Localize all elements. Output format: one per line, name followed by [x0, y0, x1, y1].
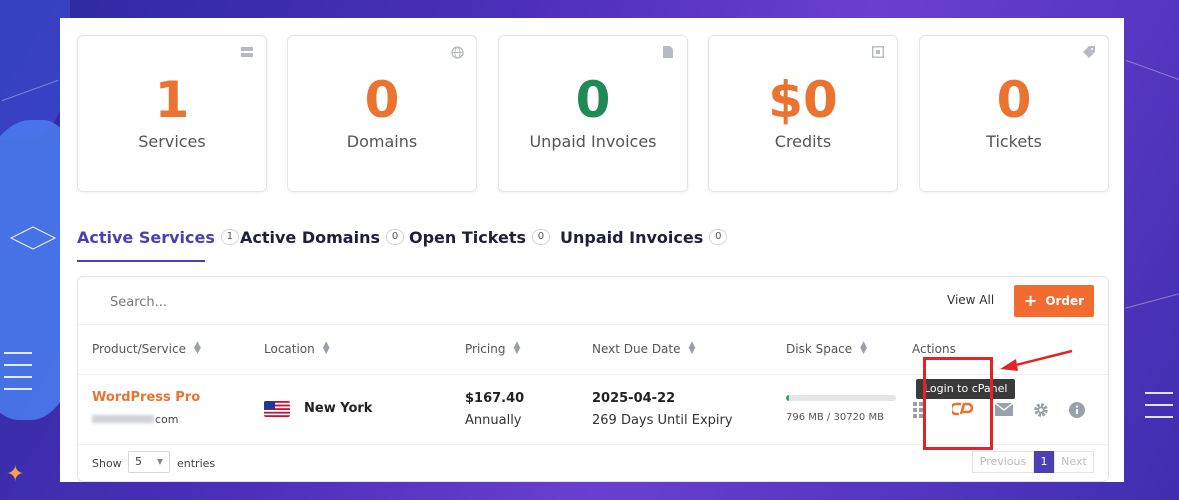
disk-usage-text: 796 MB / 30720 MB — [786, 412, 884, 423]
stat-card-services[interactable]: 1 Services — [77, 35, 267, 192]
us-flag-icon — [264, 401, 290, 417]
dots-decoration — [4, 352, 32, 400]
annotation-arrow — [1000, 349, 1073, 371]
stats-row: 1 Services 0 Domains 0 Unpaid Invoices $… — [77, 35, 1109, 192]
sort-icon: ▲ ▼ — [860, 340, 868, 356]
stat-label: Credits — [774, 132, 832, 151]
entries-label: entries — [177, 457, 216, 470]
domain-suffix: com — [155, 413, 179, 426]
sort-icon: ▲ ▼ — [513, 340, 521, 356]
active-tab-indicator — [77, 260, 205, 262]
column-header-location[interactable]: Location ▲ ▼ — [264, 340, 330, 357]
column-header-actions: Actions — [912, 342, 956, 356]
stat-value: $0 — [768, 71, 838, 129]
expiry-text: 269 Days Until Expiry — [592, 413, 733, 428]
tab-unpaid-invoices[interactable]: Unpaid Invoices 0 — [560, 228, 728, 262]
column-header-product[interactable]: Product/Service ▲ ▼ — [92, 340, 201, 357]
tab-bar: Active Services 1 Active Domains 0 Open Ti… — [77, 228, 777, 262]
server-icon — [240, 46, 254, 60]
column-label: Next Due Date — [592, 342, 681, 356]
tab-label: Unpaid Invoices — [560, 228, 704, 247]
stat-label: Tickets — [986, 132, 1042, 151]
location-text: New York — [304, 401, 373, 416]
order-label: Order — [1045, 294, 1085, 308]
disk-usage-fill — [786, 395, 790, 401]
gear-icon[interactable] — [1032, 402, 1050, 420]
column-header-pricing[interactable]: Pricing ▲ ▼ — [465, 340, 521, 357]
view-all-link[interactable]: View All — [947, 293, 994, 307]
page-size-value: 5 — [135, 455, 142, 468]
billing-cycle: Annually — [465, 413, 522, 428]
product-name-link[interactable]: WordPress Pro — [92, 390, 200, 405]
stat-value: 1 — [154, 71, 190, 129]
dots-decoration — [1145, 392, 1173, 428]
document-icon — [661, 46, 675, 60]
stat-card-tickets[interactable]: 0 Tickets — [919, 35, 1109, 192]
disk-usage-bar — [786, 395, 896, 401]
plus-icon: + — [1023, 291, 1038, 310]
annotation-highlight-box — [923, 357, 993, 450]
tab-count-badge: 0 — [531, 229, 550, 245]
stat-label: Unpaid Invoices — [529, 132, 657, 151]
stat-value: 0 — [575, 71, 611, 129]
tab-label: Active Domains — [240, 228, 380, 247]
tab-count-badge: 0 — [386, 229, 404, 245]
info-icon[interactable] — [1068, 402, 1086, 420]
tab-open-tickets[interactable]: Open Tickets 0 — [409, 228, 550, 262]
mail-icon[interactable] — [994, 402, 1014, 420]
stat-card-unpaid-invoices[interactable]: 0 Unpaid Invoices — [498, 35, 688, 192]
tab-label: Active Services — [77, 228, 215, 247]
column-header-next-due-date[interactable]: Next Due Date ▲ ▼ — [592, 340, 696, 357]
tab-active-services[interactable]: Active Services 1 — [77, 228, 239, 262]
price-text: $167.40 — [465, 391, 525, 406]
table-toolbar: View All + Order — [78, 277, 1108, 325]
pagination-page[interactable]: 1 — [1034, 451, 1054, 473]
show-label: Show — [92, 457, 122, 470]
column-label: Product/Service — [92, 342, 186, 356]
due-date: 2025-04-22 — [592, 391, 676, 406]
wallet-icon — [871, 45, 885, 60]
sort-icon: ▲ ▼ — [322, 340, 330, 356]
globe-icon — [450, 46, 464, 60]
diamond-decoration — [10, 226, 56, 250]
redacted-domain — [92, 415, 154, 423]
stat-label: Domains — [346, 132, 418, 151]
stat-card-credits[interactable]: $0 Credits — [708, 35, 898, 192]
chevron-down-icon: ▼ — [156, 457, 163, 466]
column-label: Pricing — [465, 342, 506, 356]
column-label: Disk Space — [786, 342, 853, 356]
tag-icon — [1082, 46, 1096, 60]
table-footer: Show 5 ▼ entries Previous 1 Next — [78, 445, 1108, 481]
tab-count-badge: 1 — [220, 229, 239, 245]
pagination-previous[interactable]: Previous — [972, 451, 1034, 473]
star-decoration: ✦ — [6, 462, 25, 487]
column-label: Location — [264, 342, 315, 356]
background-line — [1125, 59, 1179, 82]
sort-icon: ▲ ▼ — [193, 340, 201, 356]
background-line — [1124, 292, 1179, 309]
stat-value: 0 — [364, 71, 400, 129]
stat-card-domains[interactable]: 0 Domains — [287, 35, 477, 192]
column-header-disk-space[interactable]: Disk Space ▲ ▼ — [786, 340, 868, 357]
tab-label: Open Tickets — [409, 228, 526, 247]
tab-active-domains[interactable]: Active Domains 0 — [240, 228, 404, 262]
order-button[interactable]: + Order — [1014, 285, 1094, 317]
product-domain: com — [92, 413, 179, 426]
pagination-next[interactable]: Next — [1054, 451, 1094, 473]
sort-icon: ▲ ▼ — [688, 340, 696, 356]
search-input[interactable] — [110, 291, 410, 313]
stat-label: Services — [138, 132, 206, 151]
stat-value: 0 — [996, 71, 1032, 129]
page-size-select[interactable]: 5 ▼ — [128, 451, 170, 473]
tab-count-badge: 0 — [709, 229, 728, 245]
